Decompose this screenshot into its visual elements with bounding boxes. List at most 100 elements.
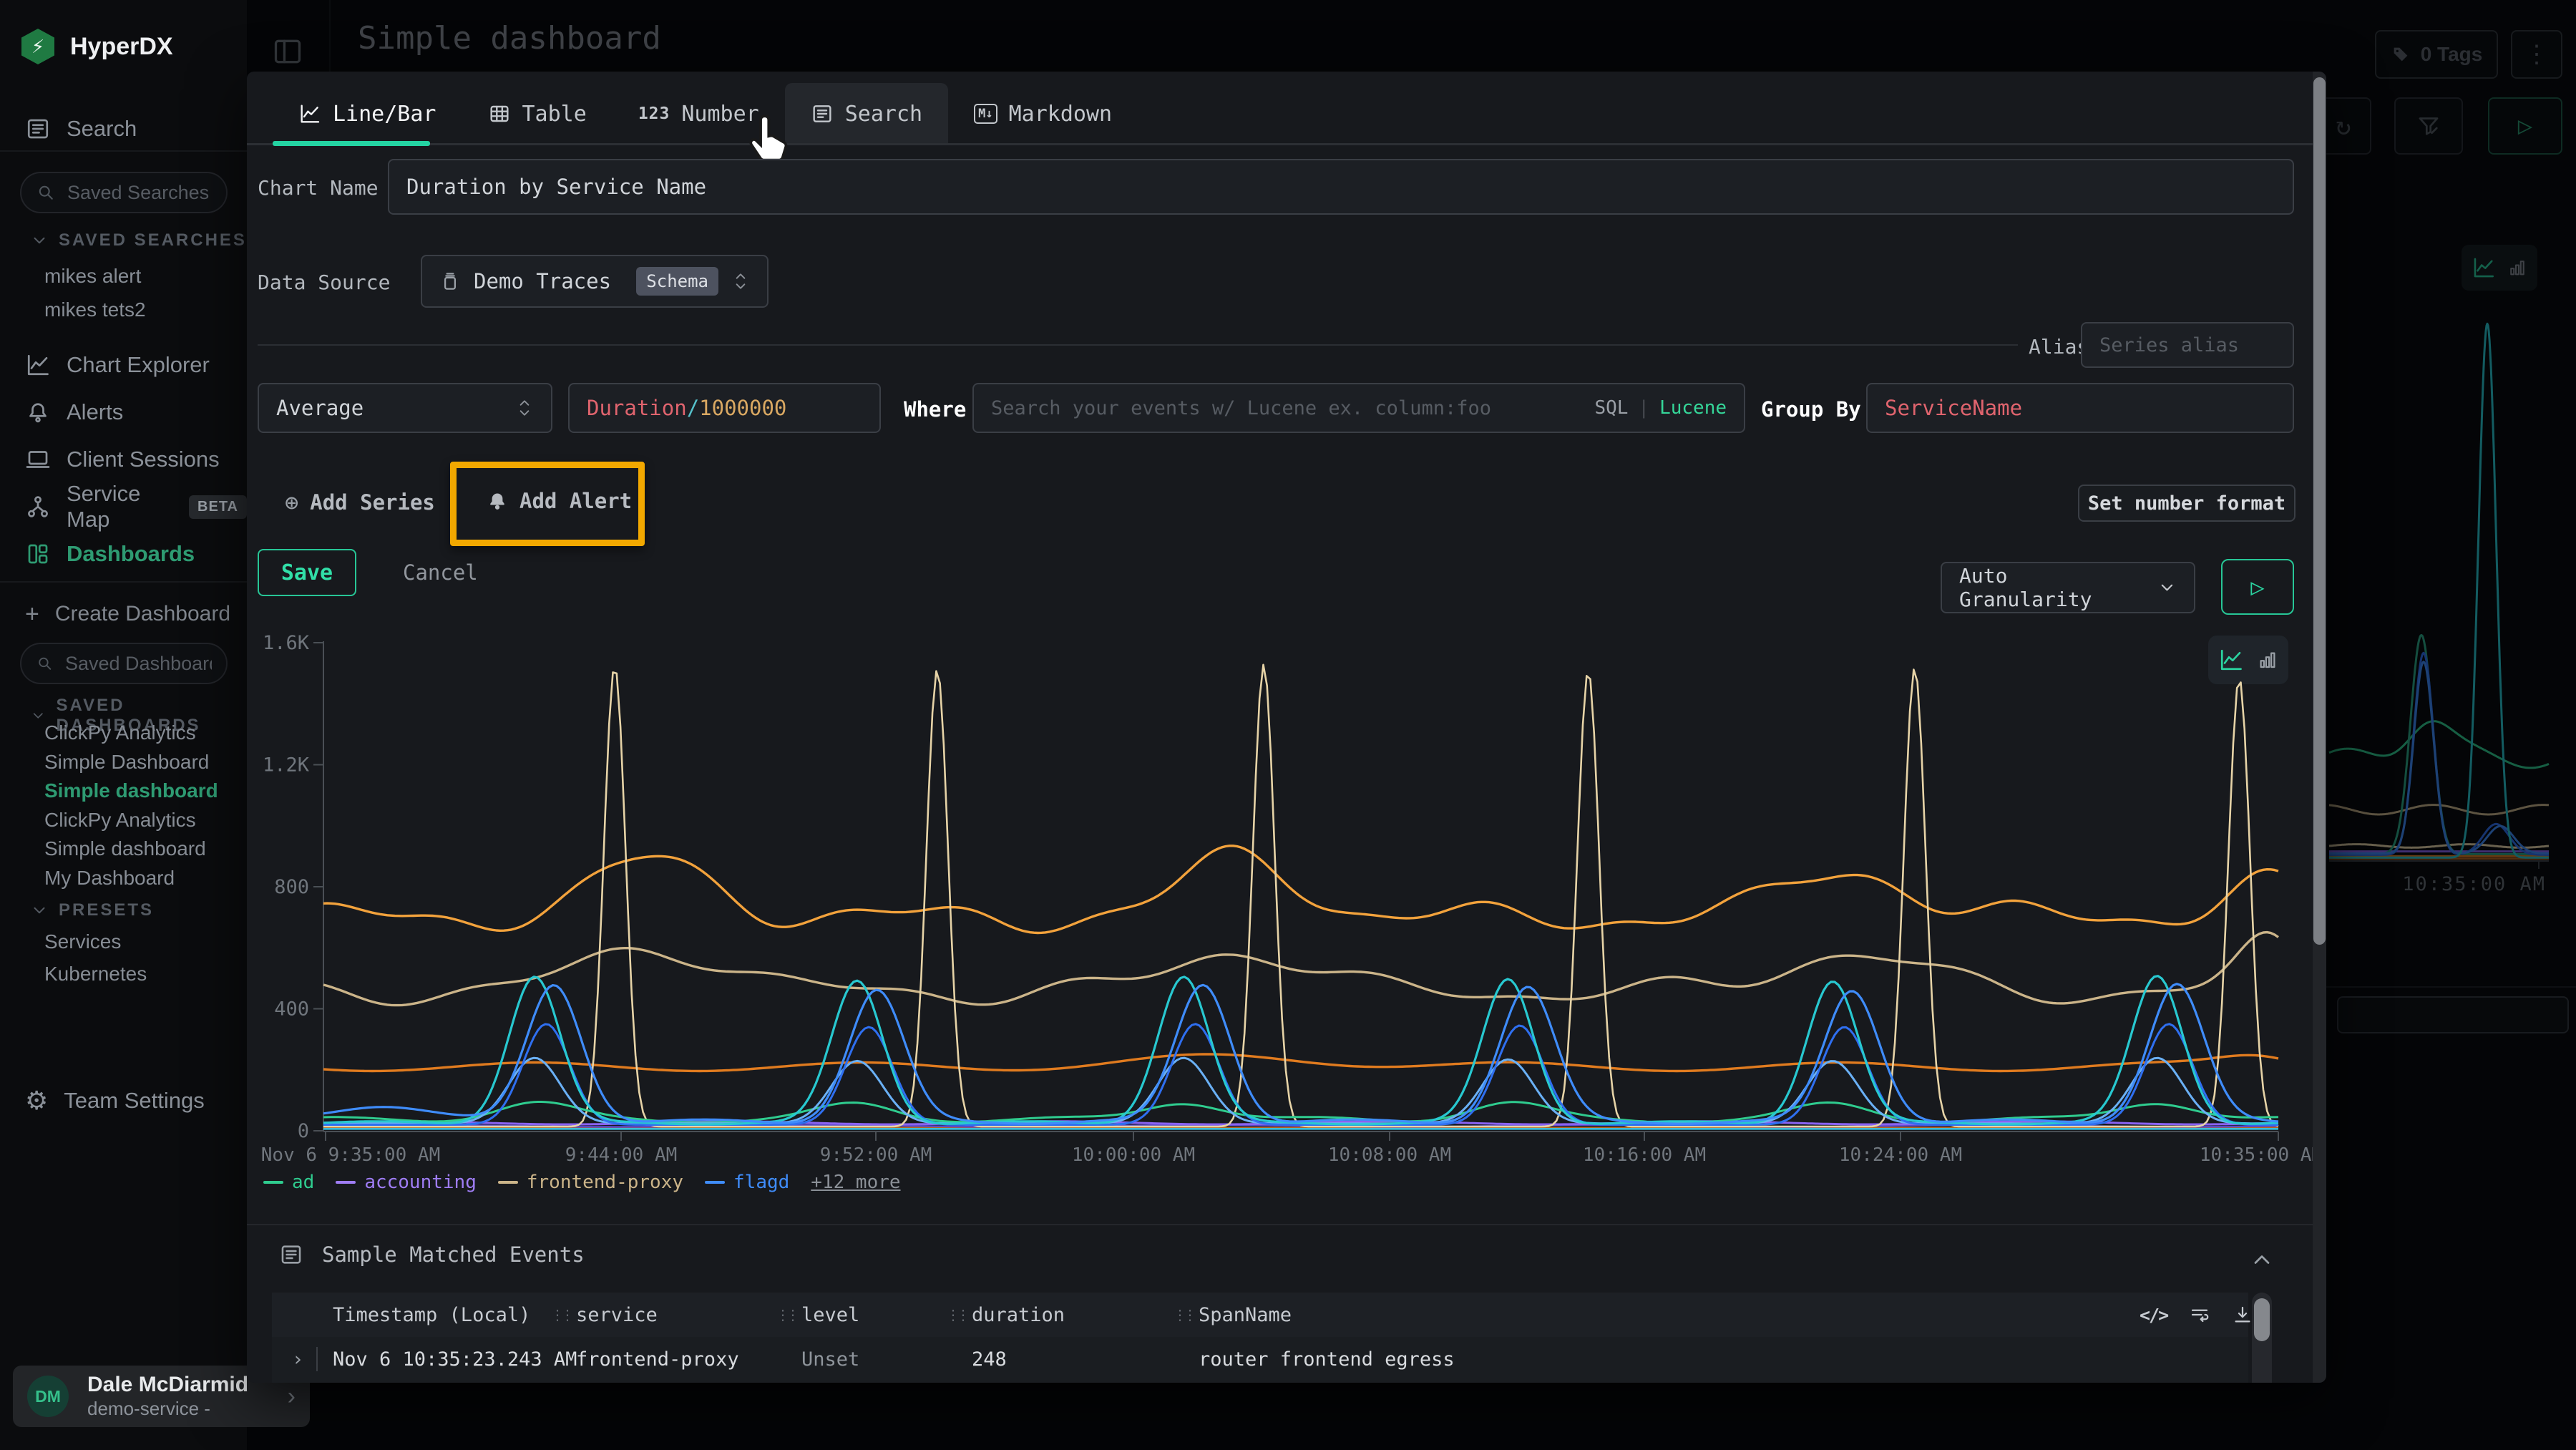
modal-scrollbar-thumb[interactable] [2313, 77, 2326, 945]
where-search-input[interactable]: Search your events w/ Lucene ex. column:… [972, 383, 1745, 433]
drag-handle-icon[interactable]: ⋮⋮ [776, 1293, 796, 1337]
svg-text:10:24:00 AM: 10:24:00 AM [1839, 1144, 1962, 1166]
preset-item[interactable]: Kubernetes [44, 963, 147, 986]
drag-handle-icon[interactable]: ⋮⋮ [1173, 1293, 1193, 1337]
events-scrollbar-thumb[interactable] [2254, 1298, 2270, 1341]
brand[interactable]: ⚡ HyperDX [21, 29, 173, 64]
saved-searches-header[interactable]: SAVED SEARCHES [30, 230, 247, 250]
drag-handle-icon[interactable]: ⋮⋮ [946, 1293, 966, 1337]
legend-item[interactable]: ad [263, 1172, 314, 1193]
database-icon [439, 271, 461, 292]
sidebar-item-client-sessions[interactable]: Client Sessions [0, 437, 247, 482]
avatar: DM [27, 1376, 69, 1417]
saved-search-item[interactable]: mikes tets2 [44, 298, 146, 321]
saved-dashboard-item[interactable]: ClickPy Analytics [44, 721, 196, 744]
group-by-label: Group By [1761, 397, 1861, 422]
wrap-lines-icon[interactable] [2189, 1304, 2210, 1325]
data-source-select[interactable]: Demo Traces Schema [421, 255, 769, 308]
presets-header[interactable]: PRESETS [30, 900, 154, 920]
active-tab-underline [273, 141, 430, 146]
code-view-icon[interactable]: </> [2140, 1305, 2167, 1325]
brand-name: HyperDX [70, 33, 173, 61]
duration-chart[interactable]: 1.6K1.2K8004000Nov 6 9:35:00 AM9:44:00 A… [247, 623, 2315, 1188]
svg-text:10:08:00 AM: 10:08:00 AM [1328, 1144, 1451, 1166]
saved-dashboard-item[interactable]: My Dashboard [44, 867, 175, 890]
create-dashboard-button[interactable]: + Create Dashboard [0, 591, 247, 637]
where-label: Where [904, 397, 966, 422]
save-button[interactable]: Save [258, 549, 356, 596]
modal-scrollbar[interactable] [2313, 72, 2326, 1383]
events-cell: 248 [972, 1381, 1007, 1383]
bell-icon [25, 399, 51, 425]
legend-more-link[interactable]: +12 more [811, 1172, 900, 1193]
laptop-icon [25, 447, 51, 472]
svg-text:10:16:00 AM: 10:16:00 AM [1583, 1144, 1706, 1166]
lucene-toggle[interactable]: Lucene [1659, 397, 1727, 419]
play-icon: ▷ [2250, 573, 2264, 600]
sql-toggle[interactable]: SQL [1594, 397, 1628, 419]
chevron-down-icon [30, 231, 49, 250]
events-column-header[interactable]: duration [972, 1293, 1065, 1337]
expand-row-icon[interactable]: › [292, 1337, 303, 1381]
search-icon [36, 183, 56, 203]
events-column-header[interactable]: SpanName [1199, 1293, 1292, 1337]
expression-input[interactable]: Duration/1000000 [568, 383, 881, 433]
sidebar-item-service-map[interactable]: Service MapBETA [0, 484, 247, 530]
group-by-input[interactable]: ServiceName [1866, 383, 2294, 433]
tab-search[interactable]: Search [785, 83, 948, 145]
events-table-header: </> Timestamp (Local)⋮⋮service⋮⋮level⋮⋮d… [272, 1293, 2248, 1337]
events-scrollbar[interactable] [2252, 1293, 2272, 1383]
gear-icon: ⚙ [25, 1086, 48, 1116]
sidebar-item-chart-explorer[interactable]: Chart Explorer [0, 342, 247, 388]
events-column-header[interactable]: Timestamp (Local) [333, 1293, 530, 1337]
events-cell: frontend-proxy [576, 1381, 739, 1383]
saved-dashboard-item[interactable]: Simple Dashboard [44, 751, 209, 774]
expand-row-icon[interactable]: › [292, 1381, 303, 1383]
collapse-events-icon[interactable] [2249, 1247, 2275, 1273]
chart-name-input[interactable]: Duration by Service Name [388, 159, 2294, 215]
granularity-select[interactable]: Auto Granularity [1941, 562, 2195, 613]
sidebar-item-dashboards[interactable]: Dashboards [0, 531, 247, 577]
tab-table[interactable]: Table [462, 83, 613, 145]
markdown-icon: M↓ [974, 104, 997, 124]
chart-type-tabs: Line/Bar Table 123 Number Search M↓ Mark… [273, 83, 1138, 145]
events-column-header[interactable]: level [801, 1293, 859, 1337]
legend-item[interactable]: flagd [705, 1172, 789, 1193]
alias-input[interactable]: Series alias [2081, 322, 2294, 368]
grid4-icon [25, 541, 51, 567]
svg-text:800: 800 [274, 876, 309, 898]
sidebar-item-alerts[interactable]: Alerts [0, 389, 247, 435]
saved-dashboard-item[interactable]: ClickPy Analytics [44, 809, 196, 832]
add-series-button[interactable]: ⊕ Add Series [285, 489, 435, 516]
events-cell: frontend-proxy [576, 1337, 739, 1381]
cancel-button[interactable]: Cancel [403, 560, 478, 585]
search-doc-icon [25, 116, 51, 142]
drag-handle-icon[interactable]: ⋮⋮ [550, 1293, 570, 1337]
events-cell: router frontend egress [1199, 1381, 1455, 1383]
sidebar-item-search[interactable]: Search [0, 106, 247, 152]
sidebar-item-team-settings[interactable]: ⚙ Team Settings [0, 1078, 247, 1124]
schema-badge[interactable]: Schema [636, 267, 718, 296]
chevron-right-icon: › [288, 1383, 296, 1411]
run-chart-button[interactable]: ▷ [2221, 559, 2294, 615]
saved-dashboard-item[interactable]: Simple dashboard [44, 779, 218, 802]
saved-dashboards-input[interactable]: Saved Dashboards [20, 643, 228, 684]
tab-markdown[interactable]: M↓ Markdown [948, 83, 1138, 145]
saved-dashboard-item[interactable]: Simple dashboard [44, 837, 206, 860]
saved-searches-input[interactable]: Saved Searches [20, 172, 228, 213]
legend-item[interactable]: frontend-proxy [498, 1172, 683, 1193]
tab-line-bar[interactable]: Line/Bar [273, 83, 462, 145]
set-number-format-button[interactable]: Set number format [2078, 485, 2296, 522]
data-source-label: Data Source [258, 271, 390, 294]
events-table-row[interactable]: ›Nov 6 10:35:23.243 AMfrontend-proxyUnse… [272, 1337, 2248, 1383]
events-table-row[interactable]: ›Nov 6 10:35:23.243 AMfrontend-proxyUnse… [272, 1381, 2248, 1383]
aggregation-select[interactable]: Average [258, 383, 552, 433]
hyperdx-logo-icon: ⚡ [21, 29, 54, 64]
sidebar-divider [0, 581, 247, 583]
events-column-header[interactable]: service [576, 1293, 658, 1337]
saved-search-item[interactable]: mikes alert [44, 265, 141, 288]
download-icon[interactable] [2232, 1304, 2253, 1325]
legend-item[interactable]: accounting [336, 1172, 477, 1193]
preset-item[interactable]: Services [44, 930, 121, 953]
chart-legend: ad accounting frontend-proxy flagd +12 more [263, 1172, 901, 1193]
